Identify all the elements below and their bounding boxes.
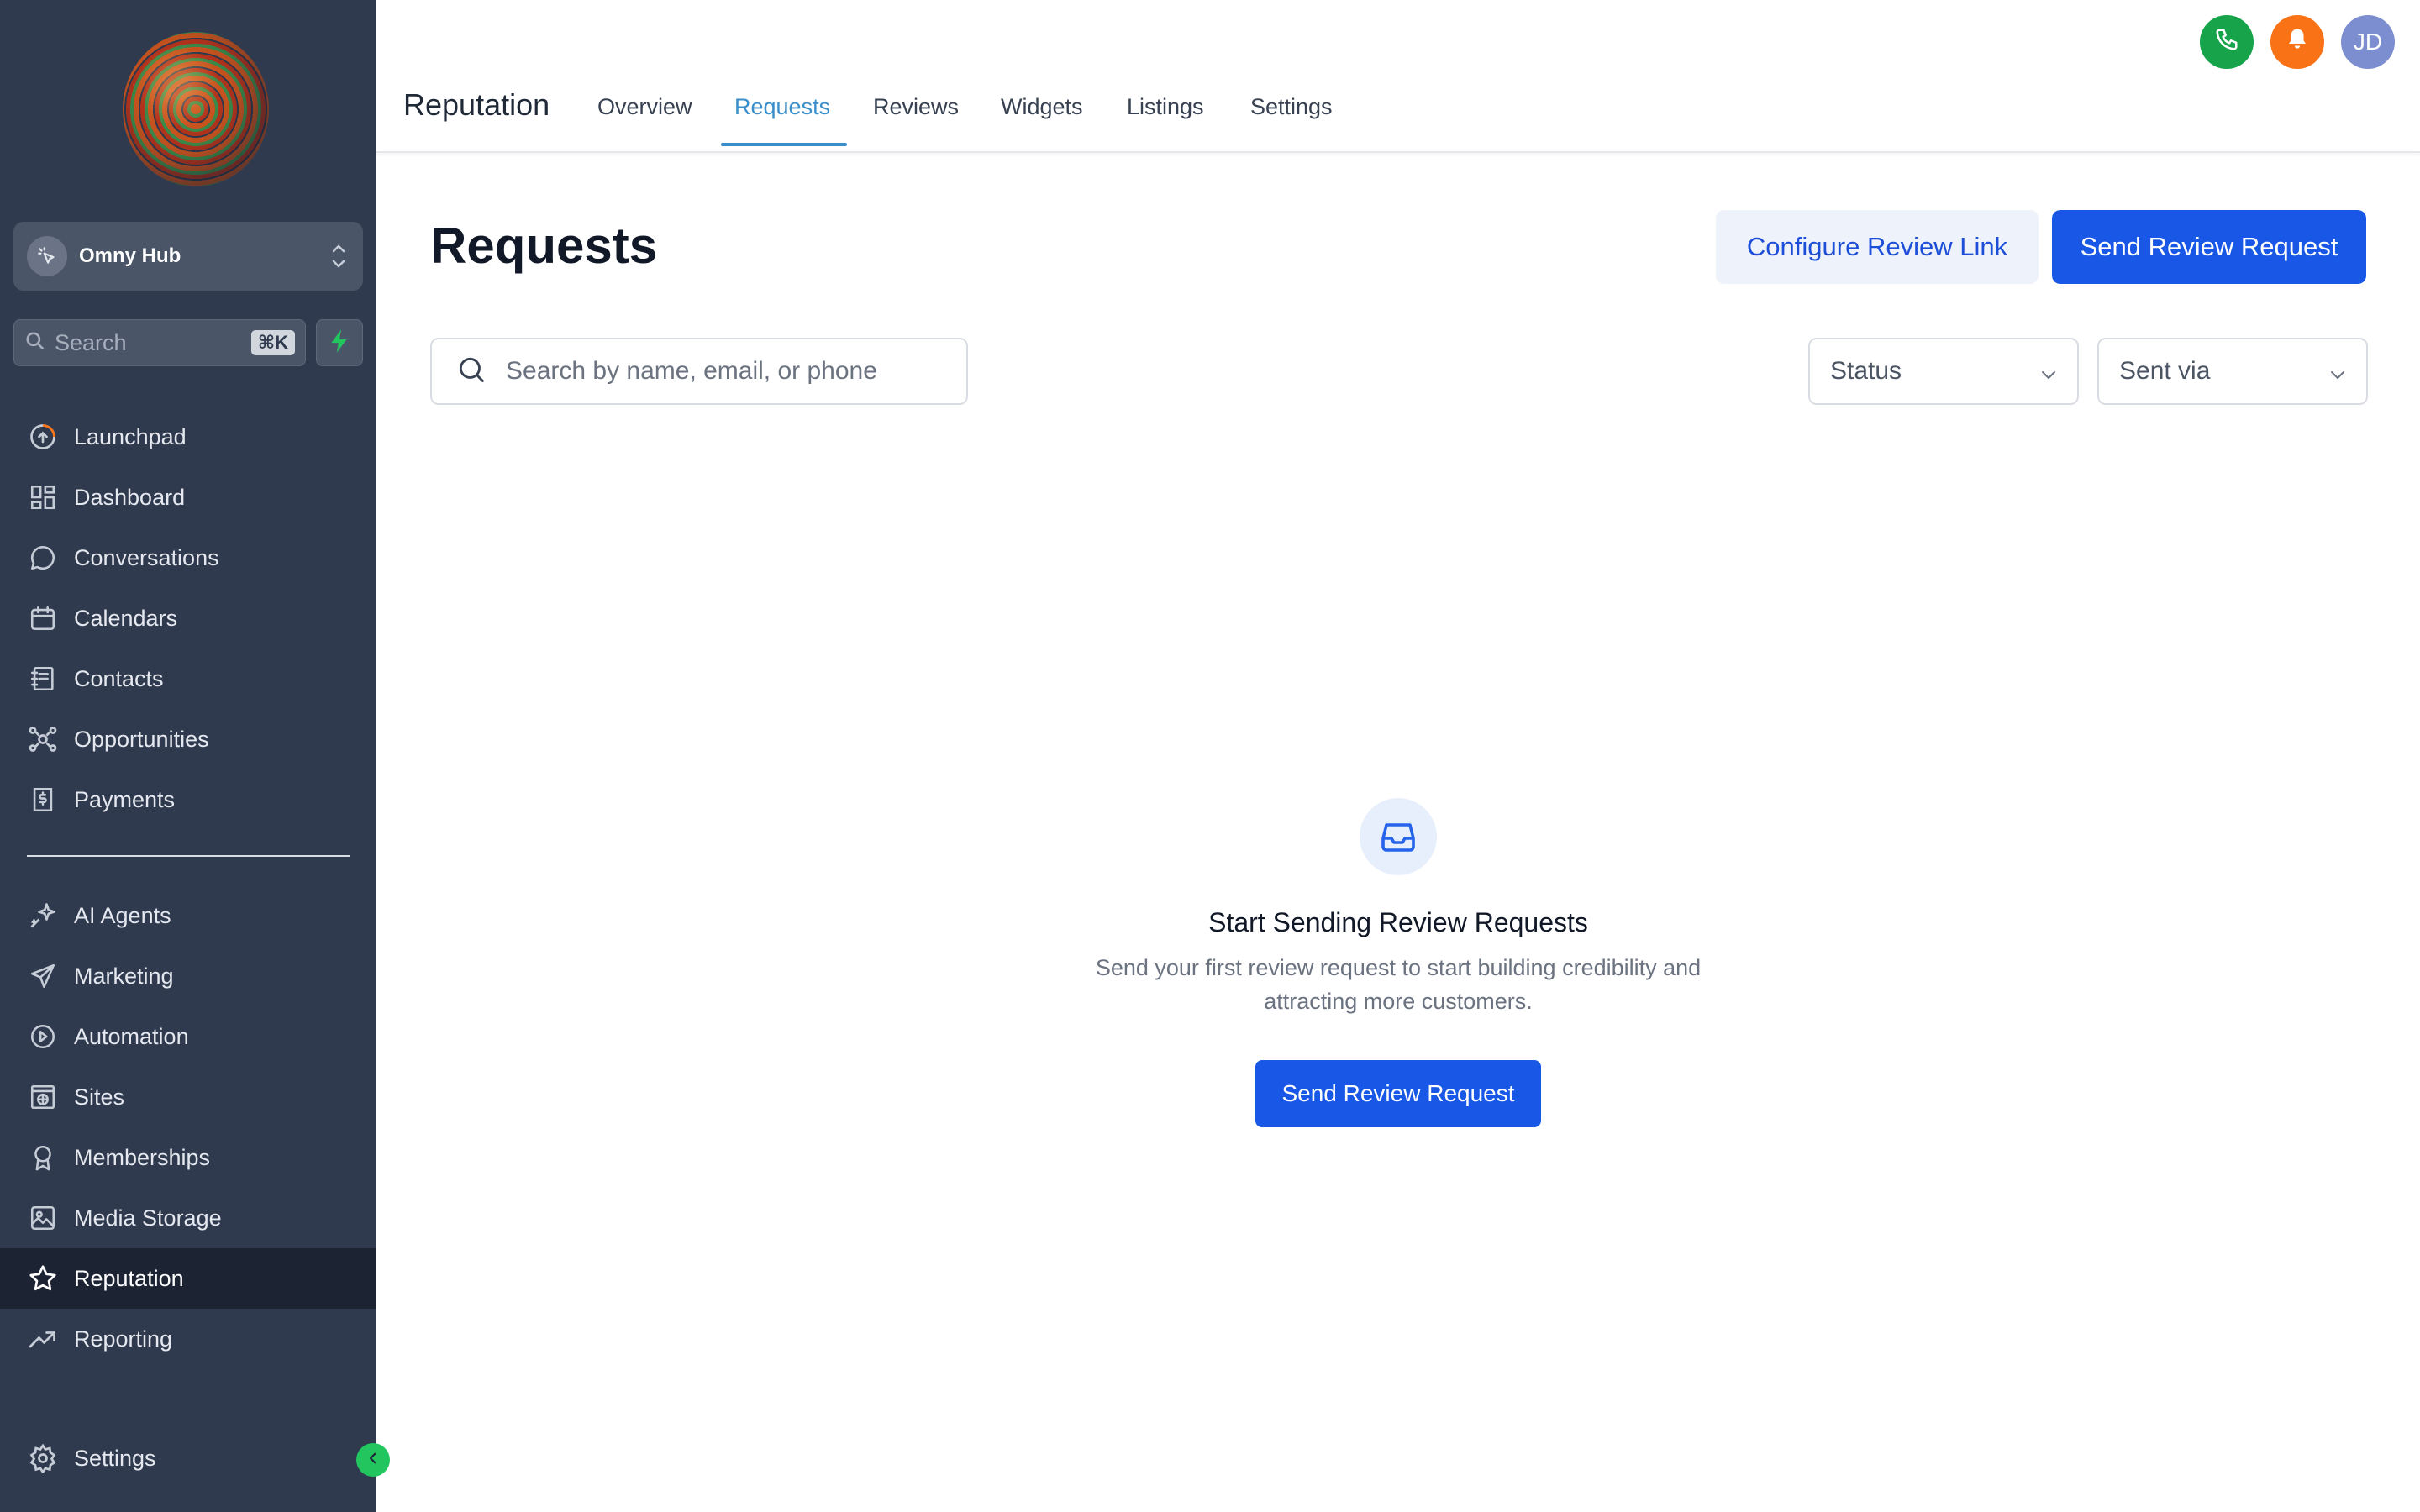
sidebar-item-opportunities[interactable]: Opportunities [0,709,376,769]
sparkle-icon [27,900,59,932]
grid-icon [27,481,59,513]
star-icon [27,1263,59,1294]
chevron-down-icon [2039,363,2059,391]
module-title: Reputation [403,87,550,122]
empty-state-title: Start Sending Review Requests [1208,907,1588,937]
empty-state-send-request-button[interactable]: Send Review Request [1255,1060,1541,1127]
sidebar-item-automation[interactable]: Automation [0,1006,376,1067]
chevron-down-icon [2328,363,2348,391]
sidebar-search-label: Search [55,329,127,355]
sidebar-item-ai-agents[interactable]: AI Agents [0,885,376,946]
brand-logo [123,32,269,186]
sidebar-item-label: Calendars [74,605,178,631]
sidebar: Omny Hub Search ⌘K Launchpad Dashboard C… [0,0,390,1512]
sidebar-item-marketing[interactable]: Marketing [0,946,376,1006]
play-circle-icon [27,1021,59,1053]
tab-listings[interactable]: Listings [1127,94,1204,120]
collapse-sidebar-button[interactable] [356,1443,390,1477]
sidebar-item-contacts[interactable]: Contacts [0,648,376,709]
sent-via-filter-dropdown[interactable]: Sent via [2097,338,2368,405]
inbox-icon [1360,798,1437,875]
globe-window-icon [27,1081,59,1113]
tab-overview[interactable]: Overview [597,94,692,120]
sidebar-divider [27,855,350,857]
sidebar-item-label: Reputation [74,1265,184,1291]
sidebar-item-label: Marketing [74,963,174,989]
tab-settings[interactable]: Settings [1250,94,1333,120]
user-initials: JD [2353,29,2383,55]
sidebar-item-label: Settings [74,1445,156,1471]
rocket-icon [27,421,59,453]
configure-review-link-button[interactable]: Configure Review Link [1716,210,2039,284]
top-header: Reputation Overview Requests Reviews Wid… [376,0,2420,153]
quick-action-button[interactable] [316,319,363,366]
chevron-updown-icon [329,240,348,276]
phone-button[interactable] [2200,15,2254,69]
sidebar-item-calendars[interactable]: Calendars [0,588,376,648]
sidebar-item-label: Memberships [74,1144,211,1170]
sidebar-item-label: Sites [74,1084,125,1110]
requests-search [430,338,968,405]
contacts-icon [27,663,59,695]
phone-icon [2214,27,2239,58]
status-filter-label: Status [1830,357,1902,385]
sidebar-item-conversations[interactable]: Conversations [0,528,376,588]
search-icon [455,354,487,390]
notifications-button[interactable] [2270,15,2324,69]
sidebar-item-label: Conversations [74,544,219,570]
calendar-icon [27,602,59,634]
sidebar-item-dashboard[interactable]: Dashboard [0,467,376,528]
account-switcher[interactable]: Omny Hub [13,222,363,291]
sidebar-item-label: Contacts [74,665,164,691]
sidebar-item-memberships[interactable]: Memberships [0,1127,376,1188]
tab-reviews[interactable]: Reviews [873,94,959,120]
sidebar-search[interactable]: Search ⌘K [13,319,306,366]
sent-via-filter-label: Sent via [2119,357,2211,385]
sidebar-item-reporting[interactable]: Reporting [0,1309,376,1369]
tab-requests[interactable]: Requests [734,94,830,120]
empty-state-description: Send your first review request to start … [1095,955,1702,1014]
active-tab-indicator [721,143,847,146]
sidebar-item-sites[interactable]: Sites [0,1067,376,1127]
opportunities-icon [27,723,59,755]
search-icon [24,330,46,356]
sidebar-item-label: Media Storage [74,1205,222,1231]
sidebar-item-label: Launchpad [74,423,187,449]
chat-icon [27,542,59,574]
tab-widgets[interactable]: Widgets [1001,94,1083,120]
badge-icon [27,1142,59,1173]
page-title: Requests [430,218,658,274]
sidebar-item-label: Opportunities [74,726,209,752]
sidebar-item-settings[interactable]: Settings [0,1428,376,1488]
trend-icon [27,1323,59,1355]
sidebar-item-media-storage[interactable]: Media Storage [0,1188,376,1248]
sidebar-item-label: AI Agents [74,902,171,928]
gear-icon [27,1442,59,1474]
account-name: Omny Hub [79,244,182,267]
bolt-icon [329,328,350,358]
sidebar-item-label: Reporting [74,1326,173,1352]
chevron-left-icon [366,1451,381,1470]
sidebar-item-launchpad[interactable]: Launchpad [0,407,376,467]
sidebar-item-reputation[interactable]: Reputation [0,1248,376,1309]
send-icon [27,960,59,992]
shortcut-badge: ⌘K [250,330,295,355]
image-icon [27,1202,59,1234]
sidebar-item-payments[interactable]: Payments [0,769,376,830]
payments-icon [27,784,59,816]
user-avatar[interactable]: JD [2341,15,2395,69]
account-cursor-icon [27,236,67,276]
send-review-request-button[interactable]: Send Review Request [2052,210,2366,284]
sidebar-item-label: Automation [74,1023,189,1049]
search-input[interactable] [506,357,960,386]
bell-icon [2285,27,2310,58]
status-filter-dropdown[interactable]: Status [1808,338,2079,405]
sidebar-item-label: Dashboard [74,484,186,510]
sidebar-item-label: Payments [74,786,176,812]
